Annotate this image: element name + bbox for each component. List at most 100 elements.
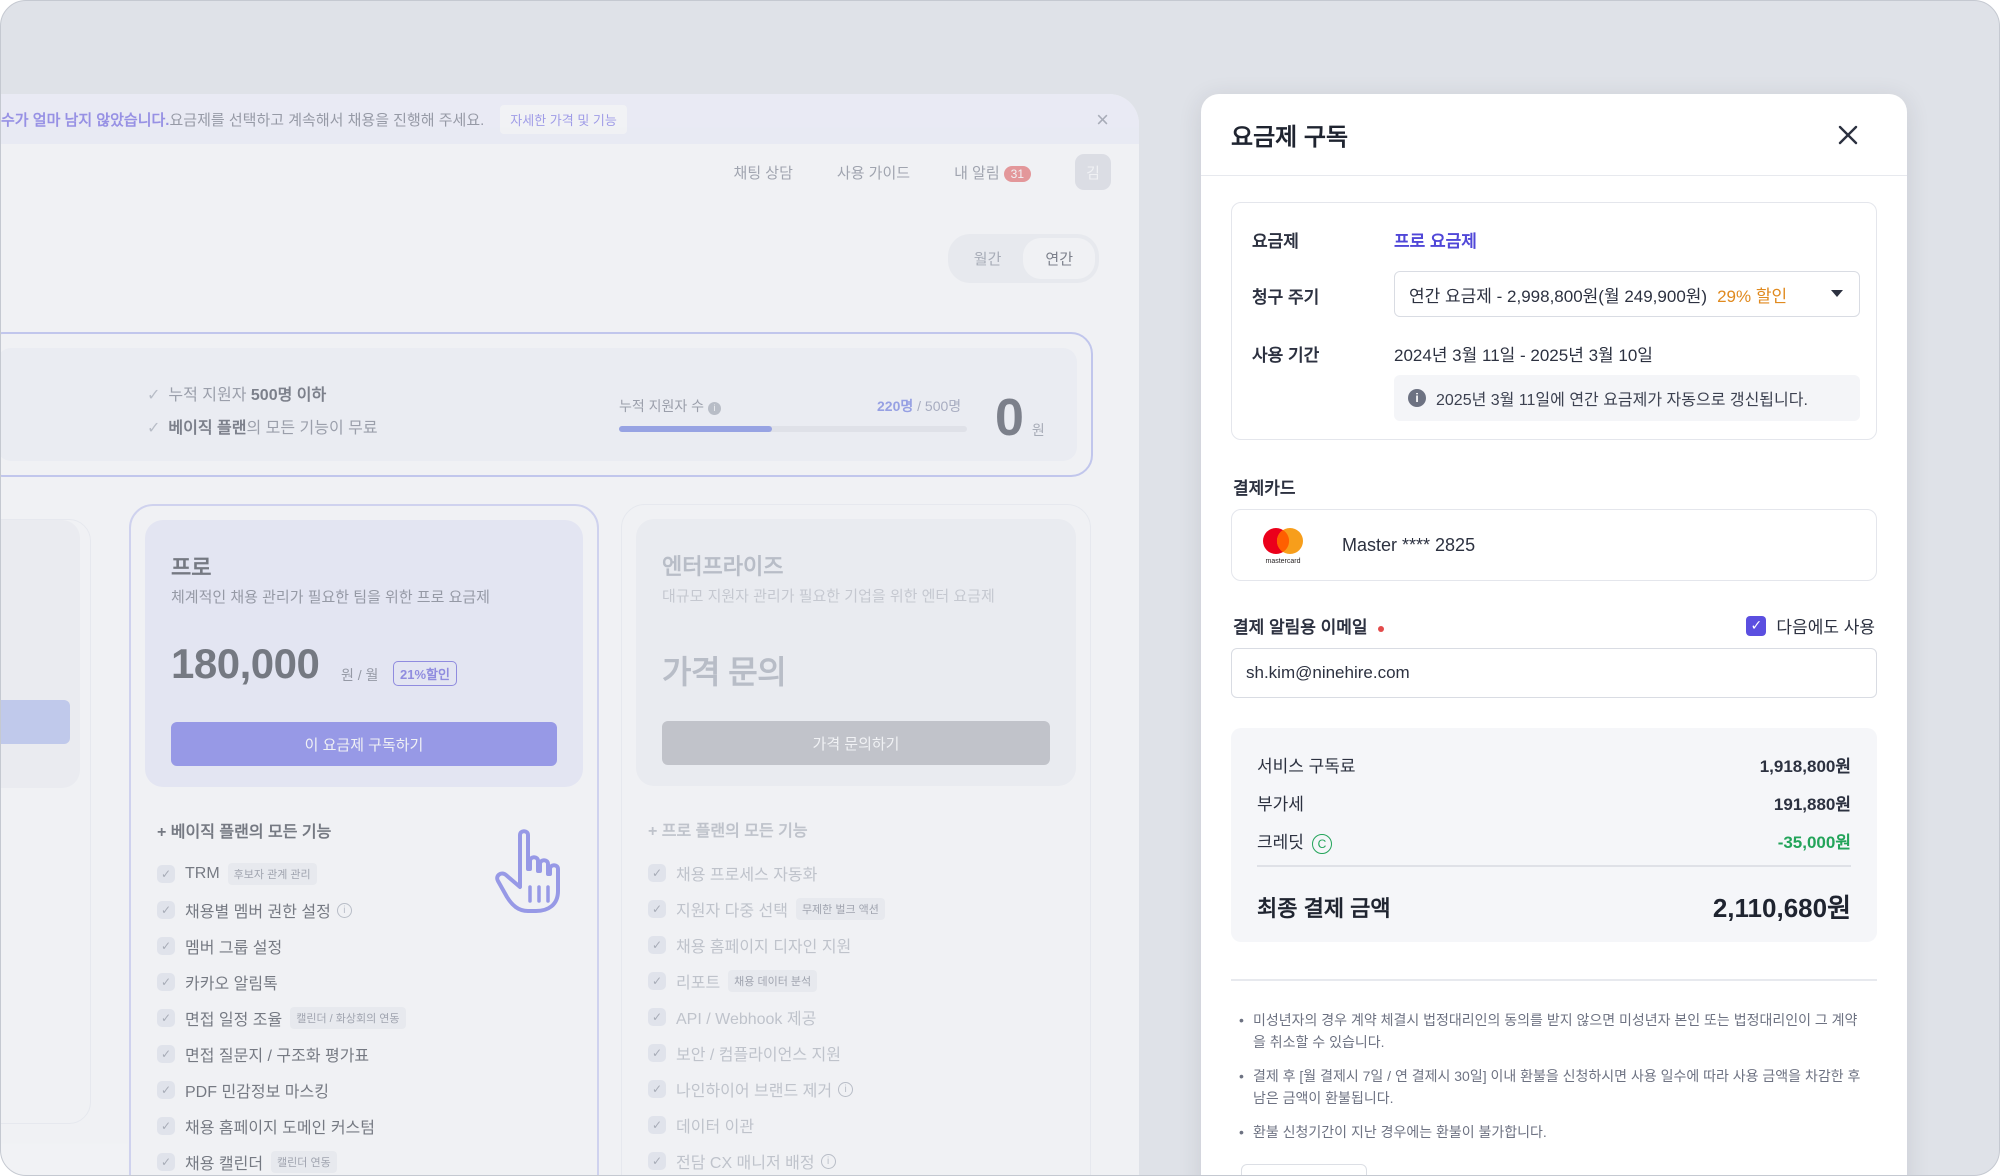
check-icon: ✓ [147,387,161,404]
check-icon: ✓ [648,972,666,990]
subscribe-pro-button[interactable]: 이 요금제 구독하기 [171,722,557,766]
chevron-down-icon [1831,290,1843,297]
credit-icon: C [1311,833,1332,854]
yearly-option[interactable]: 연간 [1023,238,1095,279]
feature-tag: 채용 데이터 분석 [728,970,818,992]
banner-bold-text: 수가 얼마 남지 않았습니다. [1,111,170,129]
applicant-meter-bar [619,426,967,432]
alerts-label: 내 알림 [954,164,1000,182]
mastercard-logo: mastercard [1263,528,1303,565]
billing-email-label: 결제 알림용 이메일 [1233,613,1384,638]
credit-label: 크레딧 [1257,833,1304,852]
feature-item: ✓ 채용별 멤버 권한 설정 i [157,892,406,928]
basic-plan-head [1,520,80,788]
feature-label: 면접 질문지 / 구조화 평가표 [185,1048,370,1065]
reuse-email-option[interactable]: ✓ 다음에도 사용 [1746,613,1875,638]
feature-item: ✓ API / Webhook 제공 [648,999,885,1035]
reuse-email-checkbox[interactable]: ✓ [1746,615,1767,636]
usage-period-value: 2024년 3월 11일 - 2025년 3월 10일 [1394,346,1653,365]
check-icon: ✓ [157,1081,175,1099]
usage-inner: ✓ 누적 지원자 500명 이하 ✓ 베이직 플랜의 모든 기능이 무료 누적 지원… [1,348,1077,461]
credit-label-group: 크레딧 C [1257,828,1332,854]
close-icon[interactable] [1833,120,1863,150]
hand-pointer-icon [495,829,560,913]
total-amount: 2,110,680원 [1712,893,1851,923]
feature-item: ✓ 채용 홈페이지 디자인 지원 [648,927,885,963]
feature-item: ✓ 채용 캘린더 캘린더 연동 [157,1144,406,1175]
usage-check-1-bold: 500명 이하 [250,387,327,404]
avatar[interactable]: 김 [1075,154,1111,190]
total-row: 최종 결제 금액 2,110,680원 [1257,888,1851,925]
card-number: Master **** 2825 [1342,534,1476,555]
info-icon[interactable]: i [707,402,721,415]
check-icon: ✓ [157,1153,175,1171]
notice-item: 환불 신청기간이 지난 경우에는 환불이 불가합니다. [1239,1121,1869,1143]
enterprise-plan-price: 가격 문의 [662,654,787,690]
plan-value: 프로 요금제 [1394,232,1477,251]
info-icon[interactable]: i [336,902,352,918]
secondary-button[interactable] [1241,1164,1367,1175]
applicant-meter-label: 누적 지원자 수 i [619,396,721,416]
check-icon: ✓ [157,901,175,919]
check-icon: ✓ [648,1152,666,1170]
billing-cycle-select[interactable]: 연간 요금제 - 2,998,800원(월 249,900원) 29% 할인 [1394,271,1860,317]
feature-label: 채용 프로세스 자동화 [676,867,818,884]
feature-label: 데이터 이관 [676,1119,755,1136]
enterprise-plan-desc: 대규모 지원자 관리가 필요한 기업을 위한 엔터 요금제 [662,588,995,605]
enterprise-features-title: + 프로 플랜의 모든 기능 [648,823,808,840]
pro-plan-head: 프로 체계적인 채용 관리가 필요한 팀을 위한 프로 요금제 180,000 … [145,520,583,787]
payment-card[interactable]: mastercard Master **** 2825 [1231,509,1877,581]
billing-email-field[interactable]: sh.kim@ninehire.com [1231,648,1877,698]
billing-email-label-text: 결제 알림용 이메일 [1233,618,1368,637]
monthly-option[interactable]: 월간 [952,238,1024,279]
vat-label: 부가세 [1257,795,1304,814]
usage-check-2-bold: 베이직 플랜 [168,420,247,437]
usage-guide-link[interactable]: 사용 가이드 [837,162,910,183]
feature-label: API / Webhook 제공 [676,1011,817,1028]
service-fee-amount: 1,918,800원 [1759,757,1851,776]
applicant-meter-value: 220명 / 500명 [877,396,961,416]
alerts-link[interactable]: 내 알림 31 [954,162,1031,183]
credit-amount: -35,000원 [1777,833,1851,852]
check-icon: ✓ [648,900,666,918]
auto-renew-notice: i 2025년 3월 11일에 연간 요금제가 자동으로 갱신됩니다. [1394,375,1860,421]
pro-plan-unit: 원 / 월 [341,667,379,683]
usage-amount-value: 0 [995,389,1024,447]
feature-item: ✓ PDF 민감정보 마스킹 [157,1072,406,1108]
feature-item: ✓ 데이터 이관 [648,1107,885,1143]
notice-item: 결제 후 [월 결제시 7일 / 연 결제시 30일] 이내 환불을 신청하시면… [1239,1065,1869,1109]
banner-text: 요금제를 선택하고 계속해서 채용을 진행해 주세요. [169,111,485,129]
feature-tag: 무제한 벌크 액션 [795,898,885,920]
basic-plan-card [1,519,91,1124]
meter-current: 220명 [877,398,914,414]
check-icon: ✓ [648,1116,666,1134]
info-icon[interactable]: i [838,1081,854,1097]
pricing-detail-link[interactable]: 자세한 가격 및 기능 [500,104,627,134]
banner-close-icon[interactable]: × [1096,107,1109,133]
billing-period-toggle: 월간 연간 [947,234,1099,283]
plan-label: 요금제 [1252,232,1299,251]
auto-renew-text: 2025년 3월 11일에 연간 요금제가 자동으로 갱신됩니다. [1436,392,1808,409]
billing-cycle-label: 청구 주기 [1252,288,1320,307]
check-icon: ✓ [157,937,175,955]
chat-support-link[interactable]: 채팅 상담 [734,162,793,183]
basic-plan-button[interactable] [1,700,70,744]
enterprise-inquiry-button[interactable]: 가격 문의하기 [662,721,1050,765]
reuse-email-label: 다음에도 사용 [1776,618,1875,637]
meter-total: / 500명 [913,398,962,414]
usage-check-1: ✓ 누적 지원자 500명 이하 [147,381,326,405]
feature-item: ✓ 채용 홈페이지 도메인 커스텀 [157,1108,406,1144]
total-label: 최종 결제 금액 [1257,895,1391,921]
free-usage-card: ✓ 누적 지원자 500명 이하 ✓ 베이직 플랜의 모든 기능이 무료 누적 지원… [1,332,1093,477]
summary-divider [1257,865,1851,867]
check-icon: ✓ [157,865,175,883]
pro-plan-price: 180,000 [171,640,320,687]
info-icon[interactable]: i [820,1153,836,1169]
check-icon: ✓ [157,1045,175,1063]
usage-amount-unit: 원 [1031,422,1045,438]
pricing-page: 수가 얼마 남지 않았습니다. 요금제를 선택하고 계속해서 채용을 진행해 주… [1,94,1139,1175]
check-icon: ✓ [157,973,175,991]
feature-tag: 후보자 관계 관리 [227,863,317,885]
check-icon: ✓ [157,1009,175,1027]
feature-label: 전담 CX 매니저 배정 [676,1155,815,1172]
